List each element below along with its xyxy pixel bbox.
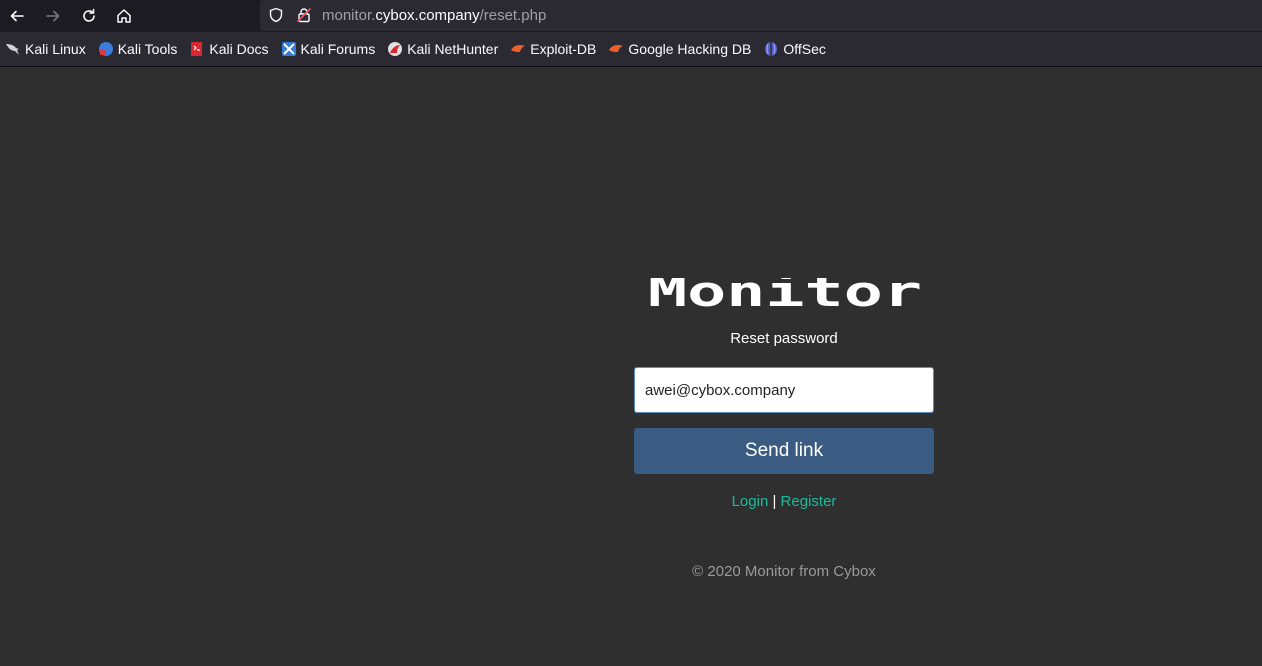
url-bar[interactable]: monitor.cybox.company/reset.php [260,0,1262,31]
send-link-button[interactable]: Send link [634,428,934,474]
home-button[interactable] [108,0,140,32]
bookmark-kali-docs[interactable]: Kali Docs [189,32,269,67]
reload-icon [83,8,95,22]
url-host: cybox.company [375,7,480,24]
kali-forums-icon [281,42,296,56]
bookmark-label: Kali Docs [209,41,269,57]
offsec-icon [765,42,778,56]
bookmark-exploit-db[interactable]: Exploit-DB [510,32,596,67]
ghdb-icon [609,45,624,52]
bookmark-kali-tools[interactable]: Kali Tools [98,32,178,67]
bookmark-label: Exploit-DB [530,41,597,57]
kali-docs-icon [191,42,203,56]
auth-links: Login | Register [634,493,934,510]
forward-button[interactable] [37,0,69,32]
bookmark-label: Kali Tools [117,41,178,57]
bookmark-label: Google Hacking DB [628,41,752,57]
kali-tools-icon [98,42,113,56]
arrow-left-icon [10,10,24,22]
bookmark-google-hacking-db[interactable]: Google Hacking DB [608,32,751,67]
bookmark-label: Kali Forums [300,41,376,57]
url-path: /reset.php [479,7,547,24]
shield-icon[interactable] [268,7,284,28]
nethunter-icon [388,42,403,56]
exploit-db-icon [511,45,526,52]
back-button[interactable] [1,0,33,32]
home-icon [117,9,131,23]
reload-button[interactable] [73,0,105,32]
login-link[interactable]: Login [732,493,769,510]
email-field[interactable] [634,367,934,413]
url-prefix: monitor. [322,7,376,24]
bookmark-kali-nethunter[interactable]: Kali NetHunter [387,32,498,67]
bookmarks-bar: Kali Linux Kali Tools Kali Docs Kali For… [0,32,1262,67]
insecure-lock-icon[interactable] [296,7,312,28]
monitor-logo: Monitor [648,278,922,310]
bookmark-label: OffSec [783,41,826,57]
kali-dragon-icon [6,44,19,55]
bookmark-label: Kali Linux [25,41,86,57]
footer-copyright: © 2020 Monitor from Cybox [692,563,876,580]
link-separator: | [772,493,777,510]
bookmark-label: Kali NetHunter [407,41,499,57]
page-subtitle: Reset password [730,330,838,347]
register-link[interactable]: Register [781,493,837,510]
browser-toolbar: monitor.cybox.company/reset.php [0,0,1262,32]
page-body: Monitor Reset password Send link Login |… [0,67,1262,666]
url-text[interactable]: monitor.cybox.company/reset.php [322,7,546,24]
arrow-right-icon [46,10,60,22]
bookmark-kali-forums[interactable]: Kali Forums [281,32,376,67]
bookmark-kali-linux[interactable]: Kali Linux [5,32,86,67]
bookmark-offsec[interactable]: OffSec [763,32,826,67]
svg-text:Monitor: Monitor [648,278,922,310]
